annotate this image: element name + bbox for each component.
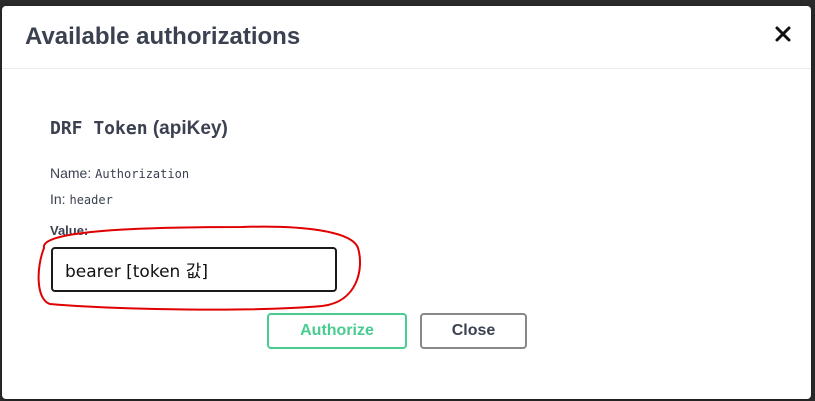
in-value: header: [69, 193, 113, 207]
auth-scheme-title: DRF Token (apiKey): [50, 118, 228, 140]
auth-scheme-name: DRF Token: [50, 118, 148, 139]
value-label: Value:: [50, 223, 89, 238]
modal-title: Available authorizations: [25, 23, 301, 50]
close-x-icon[interactable]: [773, 24, 793, 44]
name-label: Name:: [50, 165, 92, 181]
auth-modal: Available authorizations DRF Token (apiK…: [2, 6, 811, 399]
modal-header: Available authorizations: [2, 6, 811, 69]
in-label: In:: [50, 191, 66, 207]
in-row: In: header: [50, 191, 113, 207]
name-value: Authorization: [95, 167, 190, 181]
name-row: Name: Authorization: [50, 165, 189, 181]
auth-scheme-type: (apiKey): [152, 118, 228, 139]
token-value-input[interactable]: [51, 247, 337, 292]
close-button[interactable]: Close: [420, 313, 527, 349]
authorize-button[interactable]: Authorize: [267, 313, 407, 349]
